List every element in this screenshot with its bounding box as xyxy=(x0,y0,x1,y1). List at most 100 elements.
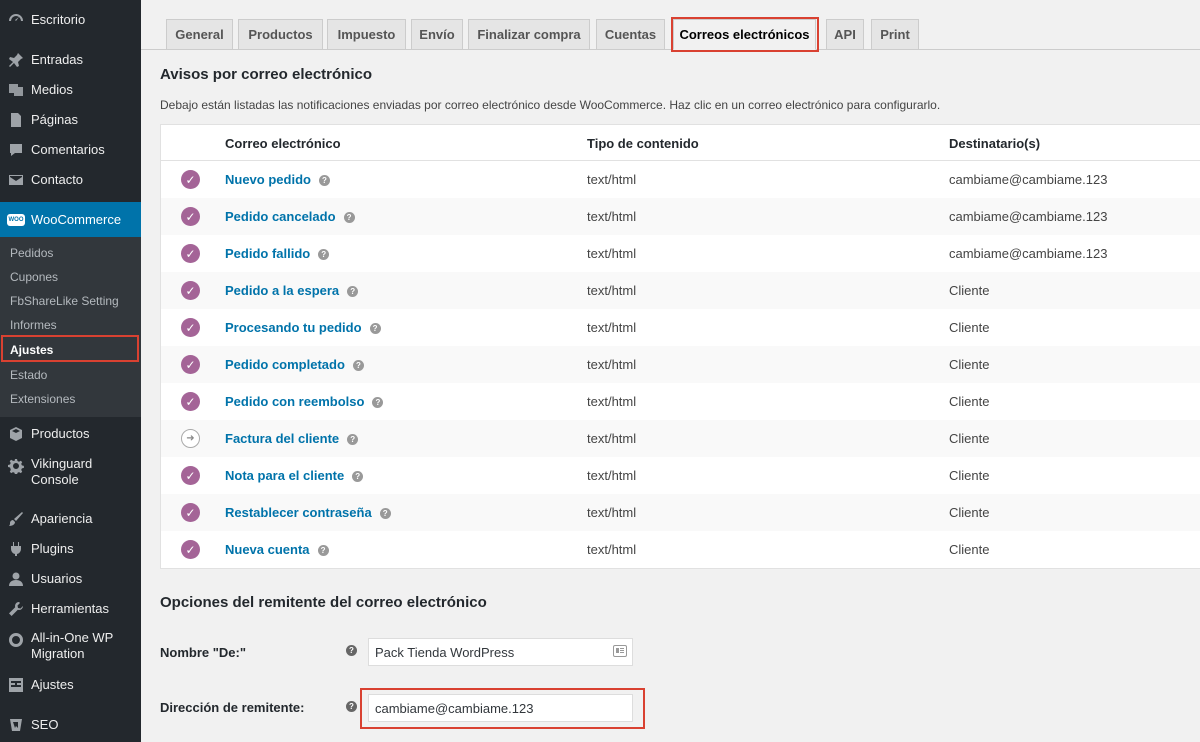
help-icon[interactable]: ? xyxy=(372,397,384,408)
email-name-link[interactable]: Restablecer contraseña? xyxy=(225,505,391,520)
help-icon[interactable]: ? xyxy=(346,645,357,656)
enabled-check-icon: ✓ xyxy=(181,281,200,300)
menu-item-seo[interactable]: SEO xyxy=(0,715,141,735)
email-name[interactable]: Nuevo pedido xyxy=(225,172,311,187)
email-name[interactable]: Pedido con reembolso xyxy=(225,394,364,409)
content-type: text/html xyxy=(587,394,637,409)
menu-item-ajustes[interactable]: Ajustes xyxy=(0,675,141,695)
column-header-recipients: Destinatario(s) xyxy=(949,136,1041,151)
menu-item-paginas[interactable]: Páginas xyxy=(0,110,141,130)
table-row[interactable]: ✓ Procesando tu pedido? text/html Cliente xyxy=(161,309,1200,346)
email-name-link[interactable]: Pedido fallido? xyxy=(225,246,330,261)
help-icon[interactable]: ? xyxy=(352,471,364,482)
menu-item-productos[interactable]: Productos xyxy=(0,424,141,444)
content-type: text/html xyxy=(587,357,637,372)
help-icon[interactable]: ? xyxy=(317,545,329,556)
email-name[interactable]: Pedido completado xyxy=(225,357,345,372)
email-name-link[interactable]: Nota para el cliente? xyxy=(225,468,364,483)
recipient: Cliente xyxy=(949,283,990,298)
table-row[interactable]: ✓ Pedido fallido? text/html cambiame@cambia… xyxy=(161,235,1200,272)
email-name[interactable]: Nueva cuenta xyxy=(225,542,310,557)
menu-item-vikinguard[interactable]: Vikinguard Console xyxy=(0,456,141,488)
recipient: cambiame@cambiame.123 xyxy=(949,209,1108,224)
email-name-link[interactable]: Pedido con reembolso? xyxy=(225,394,384,409)
menu-item-plugins[interactable]: Plugins xyxy=(0,539,141,559)
mail-icon xyxy=(6,170,26,190)
help-icon[interactable]: ? xyxy=(318,249,330,260)
help-icon[interactable]: ? xyxy=(343,212,355,223)
from-name-input[interactable] xyxy=(368,638,633,666)
email-name-link[interactable]: Nueva cuenta? xyxy=(225,542,329,557)
submenu-cupones[interactable]: Cupones xyxy=(10,270,58,284)
email-name[interactable]: Restablecer contraseña xyxy=(225,505,372,520)
menu-item-entradas[interactable]: Entradas xyxy=(0,50,141,70)
help-icon[interactable]: ? xyxy=(379,508,391,519)
email-name[interactable]: Nota para el cliente xyxy=(225,468,344,483)
email-name[interactable]: Pedido fallido xyxy=(225,246,310,261)
email-name-link[interactable]: Pedido a la espera? xyxy=(225,283,359,298)
email-name[interactable]: Factura del cliente xyxy=(225,431,339,446)
email-name-link[interactable]: Pedido cancelado? xyxy=(225,209,355,224)
submenu-estado[interactable]: Estado xyxy=(10,368,47,382)
email-name[interactable]: Pedido a la espera xyxy=(225,283,339,298)
menu-item-apariencia[interactable]: Apariencia xyxy=(0,509,141,529)
table-row[interactable]: ✓ Nuevo pedido? text/html cambiame@cambiame… xyxy=(161,161,1200,198)
tab-api[interactable]: API xyxy=(826,19,864,50)
pages-icon xyxy=(6,110,26,130)
column-header-content-type: Tipo de contenido xyxy=(587,136,699,151)
menu-item-escritorio[interactable]: Escritorio xyxy=(0,10,141,30)
table-row[interactable]: ✓ Pedido a la espera? text/html Cliente xyxy=(161,272,1200,309)
submenu-pedidos[interactable]: Pedidos xyxy=(10,246,53,260)
tab-productos[interactable]: Productos xyxy=(238,19,323,50)
help-icon[interactable]: ? xyxy=(352,360,364,371)
menu-label: Vikinguard Console xyxy=(31,456,93,487)
menu-item-contacto[interactable]: Contacto xyxy=(0,170,141,190)
email-name-link[interactable]: Pedido completado? xyxy=(225,357,364,372)
content-type: text/html xyxy=(587,505,637,520)
table-row[interactable]: ✓ Restablecer contraseña? text/html Cliente xyxy=(161,494,1200,531)
enabled-check-icon: ✓ xyxy=(181,244,200,263)
help-icon[interactable]: ? xyxy=(369,323,381,334)
tab-finalizar-compra[interactable]: Finalizar compra xyxy=(468,19,590,50)
comment-icon xyxy=(6,140,26,160)
menu-item-medios[interactable]: Medios xyxy=(0,80,141,100)
menu-item-comentarios[interactable]: Comentarios xyxy=(0,140,141,160)
email-name-link[interactable]: Procesando tu pedido? xyxy=(225,320,381,335)
tab-impuesto[interactable]: Impuesto xyxy=(327,19,406,50)
email-name-link[interactable]: Nuevo pedido? xyxy=(225,172,330,187)
table-row[interactable]: ➜ Factura del cliente? text/html Cliente xyxy=(161,420,1200,457)
tab-envio[interactable]: Envío xyxy=(411,19,463,50)
submenu-ajustes[interactable]: Ajustes xyxy=(10,343,53,357)
table-row[interactable]: ✓ Nota para el cliente? text/html Cliente xyxy=(161,457,1200,494)
submenu-informes[interactable]: Informes xyxy=(10,318,57,332)
email-name-link[interactable]: Factura del cliente? xyxy=(225,431,359,446)
menu-item-herramientas[interactable]: Herramientas xyxy=(0,599,141,619)
help-icon[interactable]: ? xyxy=(318,175,330,186)
menu-item-woocommerce[interactable]: WOO WooCommerce xyxy=(0,202,141,237)
admin-sidebar: Escritorio Entradas Medios Páginas Comen… xyxy=(0,0,141,742)
table-row[interactable]: ✓ Nueva cuenta? text/html Cliente xyxy=(161,531,1200,568)
menu-item-all-in-one-migration[interactable]: All-in-One WP Migration xyxy=(0,630,141,664)
recipient: Cliente xyxy=(949,505,990,520)
table-row[interactable]: ✓ Pedido cancelado? text/html cambiame@camb… xyxy=(161,198,1200,235)
brush-icon xyxy=(6,509,26,529)
tab-cuentas[interactable]: Cuentas xyxy=(596,19,665,50)
submenu-extensiones[interactable]: Extensiones xyxy=(10,392,75,406)
help-icon[interactable]: ? xyxy=(347,434,359,445)
from-address-input[interactable] xyxy=(368,694,633,722)
table-row[interactable]: ✓ Pedido con reembolso? text/html Cliente xyxy=(161,383,1200,420)
table-row[interactable]: ✓ Pedido completado? text/html Cliente xyxy=(161,346,1200,383)
email-name[interactable]: Procesando tu pedido xyxy=(225,320,362,335)
tab-correos-electronicos[interactable]: Correos electrónicos xyxy=(673,19,816,50)
tab-general[interactable]: General xyxy=(166,19,233,50)
menu-item-usuarios[interactable]: Usuarios xyxy=(0,569,141,589)
menu-label: Páginas xyxy=(31,112,78,127)
content-type: text/html xyxy=(587,283,637,298)
menu-label: Apariencia xyxy=(31,511,93,526)
pin-icon xyxy=(6,50,26,70)
help-icon[interactable]: ? xyxy=(347,286,359,297)
tab-print[interactable]: Print xyxy=(871,19,919,50)
help-icon[interactable]: ? xyxy=(346,701,357,712)
submenu-fbsharelike[interactable]: FbShareLike Setting xyxy=(10,294,119,308)
email-name[interactable]: Pedido cancelado xyxy=(225,209,336,224)
